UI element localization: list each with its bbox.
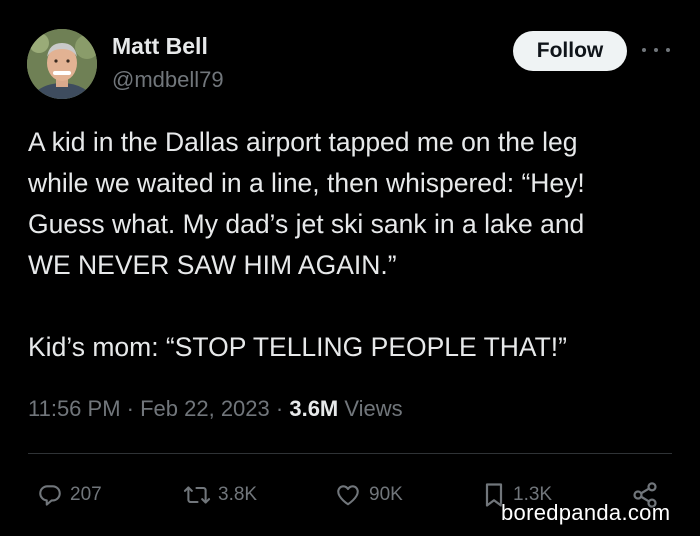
- tweet-date[interactable]: Feb 22, 2023: [140, 396, 270, 421]
- views-count: 3.6M: [289, 396, 339, 421]
- views-label: Views: [338, 396, 403, 421]
- tweet-line: A kid in the Dallas airport tapped me on…: [28, 127, 578, 157]
- follow-button[interactable]: Follow: [513, 31, 627, 71]
- like-button[interactable]: 90K: [334, 479, 403, 511]
- tweet-line: while we waited in a line, then whispere…: [28, 168, 585, 198]
- tweet-line: Kid’s mom: “STOP TELLING PEOPLE THAT!”: [28, 332, 567, 362]
- tweet-time[interactable]: 11:56 PM: [28, 396, 121, 421]
- author-handle[interactable]: @mdbell79: [112, 67, 224, 93]
- avatar[interactable]: [27, 29, 97, 99]
- more-options-button[interactable]: [642, 40, 670, 60]
- divider: [28, 453, 672, 454]
- avatar-image: [27, 29, 97, 99]
- repost-icon: [183, 486, 211, 504]
- more-horizontal-icon: [642, 48, 646, 52]
- tweet-line: WE NEVER SAW HIM AGAIN.”: [28, 250, 397, 280]
- meta-separator: ·: [269, 396, 290, 421]
- tweet-line: Guess what. My dad’s jet ski sank in a l…: [28, 209, 585, 239]
- repost-count: 3.8K: [218, 484, 258, 505]
- meta-separator: ·: [120, 396, 141, 421]
- reply-count: 207: [70, 484, 102, 505]
- more-horizontal-icon-dot: [666, 48, 670, 52]
- more-horizontal-icon-dot: [654, 48, 658, 52]
- repost-button[interactable]: 3.8K: [183, 479, 257, 511]
- tweet-meta: 11:56 PM · Feb 22, 2023 · 3.6M Views: [28, 396, 403, 422]
- watermark: boredpanda.com: [501, 500, 671, 525]
- like-count: 90K: [369, 484, 403, 505]
- reply-icon: [39, 485, 61, 506]
- tweet-text: A kid in the Dallas airport tapped me on…: [28, 122, 678, 368]
- author-display-name[interactable]: Matt Bell: [112, 33, 208, 60]
- reply-button[interactable]: 207: [37, 479, 102, 511]
- heart-icon: [337, 485, 359, 506]
